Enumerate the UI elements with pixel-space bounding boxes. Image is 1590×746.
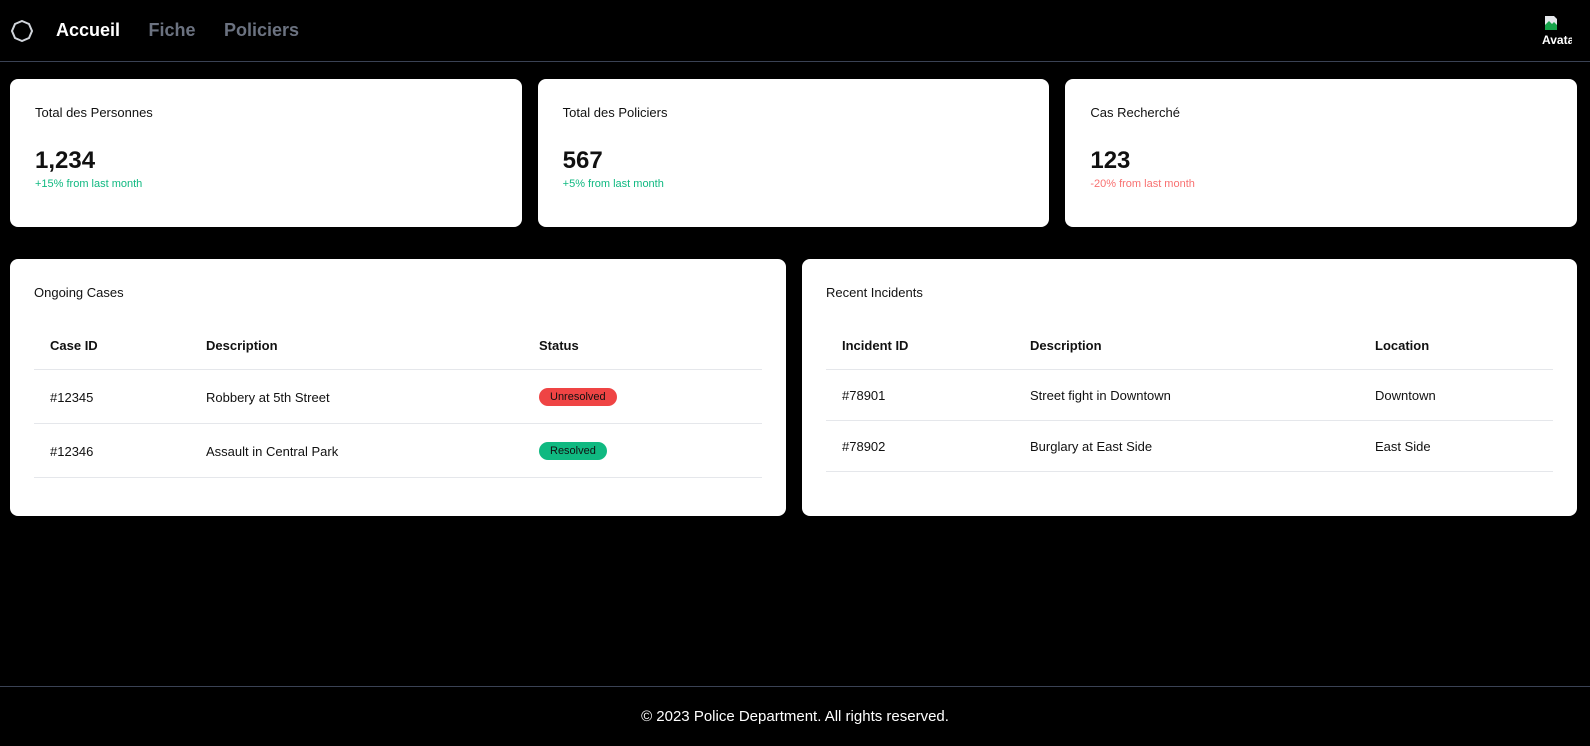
case-status-cell: Resolved: [523, 423, 762, 478]
nav-item-policiers[interactable]: Policiers: [224, 20, 299, 40]
incident-id: #78902: [826, 420, 1014, 472]
avatar[interactable]: Avatar: [1540, 15, 1572, 47]
stat-title: Total des Policiers: [562, 105, 668, 120]
incident-description: Burglary at East Side: [1014, 420, 1359, 472]
recent-incidents-title: Recent Incidents: [826, 285, 923, 300]
stat-change: +5% from last month: [562, 178, 664, 190]
page-footer: © 2023 Police Department. All rights res…: [0, 686, 1590, 746]
column-header: Location: [1359, 338, 1553, 370]
case-description: Assault in Central Park: [190, 423, 523, 478]
stat-card-police: Total des Policiers 567 +5% from last mo…: [537, 79, 1050, 227]
stat-title: Total des Personnes: [35, 105, 153, 120]
table-row[interactable]: #78901 Street fight in Downtown Downtown: [826, 369, 1553, 421]
recent-incidents-table: Incident ID Description Location #78901 …: [826, 338, 1553, 472]
column-header: Status: [523, 338, 762, 370]
table-row[interactable]: #12345 Robbery at 5th Street Unresolved: [34, 369, 762, 424]
table-row[interactable]: #12346 Assault in Central Park Resolved: [34, 423, 762, 478]
nav-item-fiche[interactable]: Fiche: [148, 20, 195, 40]
ongoing-cases-table: Case ID Description Status #12345 Robber…: [34, 338, 762, 478]
copyright-text: © 2023 Police Department. All rights res…: [641, 708, 949, 725]
stat-value: 1,234: [35, 147, 96, 174]
stat-value: 123: [1090, 147, 1131, 174]
stat-change: -20% from last month: [1090, 178, 1195, 190]
nav-item-accueil[interactable]: Accueil: [56, 20, 120, 40]
status-badge: Resolved: [539, 442, 607, 460]
case-description: Robbery at 5th Street: [190, 369, 523, 424]
column-header: Case ID: [34, 338, 190, 370]
main-nav: Accueil Fiche Policiers: [56, 20, 323, 41]
case-id: #12346: [34, 423, 190, 478]
stat-change: +15% from last month: [35, 178, 143, 190]
ongoing-cases-card: Ongoing Cases Case ID Description Status…: [10, 259, 786, 516]
tables-row: Ongoing Cases Case ID Description Status…: [10, 259, 1577, 516]
stat-card-persons: Total des Personnes 1,234 +15% from last…: [10, 79, 522, 227]
stat-card-wanted: Cas Recherché 123 -20% from last month: [1065, 79, 1578, 227]
case-status-cell: Unresolved: [523, 369, 762, 424]
broken-image-icon: [1545, 16, 1557, 30]
table-row[interactable]: #78902 Burglary at East Side East Side: [826, 420, 1553, 472]
recent-incidents-card: Recent Incidents Incident ID Description…: [802, 259, 1577, 516]
incident-location: Downtown: [1359, 369, 1553, 421]
incident-id: #78901: [826, 369, 1014, 421]
case-id: #12345: [34, 369, 190, 424]
table-header-row: Incident ID Description Location: [826, 338, 1553, 370]
ongoing-cases-title: Ongoing Cases: [34, 285, 124, 300]
column-header: Description: [1014, 338, 1359, 370]
column-header: Description: [190, 338, 523, 370]
column-header: Incident ID: [826, 338, 1014, 370]
top-navbar: Accueil Fiche Policiers Avatar: [0, 0, 1590, 62]
incident-location: East Side: [1359, 420, 1553, 472]
table-header-row: Case ID Description Status: [34, 338, 762, 370]
stat-title: Cas Recherché: [1090, 105, 1180, 120]
stats-row: Total des Personnes 1,234 +15% from last…: [10, 79, 1578, 227]
avatar-alt-text: Avatar: [1542, 33, 1572, 47]
circle-logo-icon[interactable]: [10, 19, 34, 43]
stat-value: 567: [562, 147, 603, 174]
incident-description: Street fight in Downtown: [1014, 369, 1359, 421]
status-badge: Unresolved: [539, 388, 617, 406]
